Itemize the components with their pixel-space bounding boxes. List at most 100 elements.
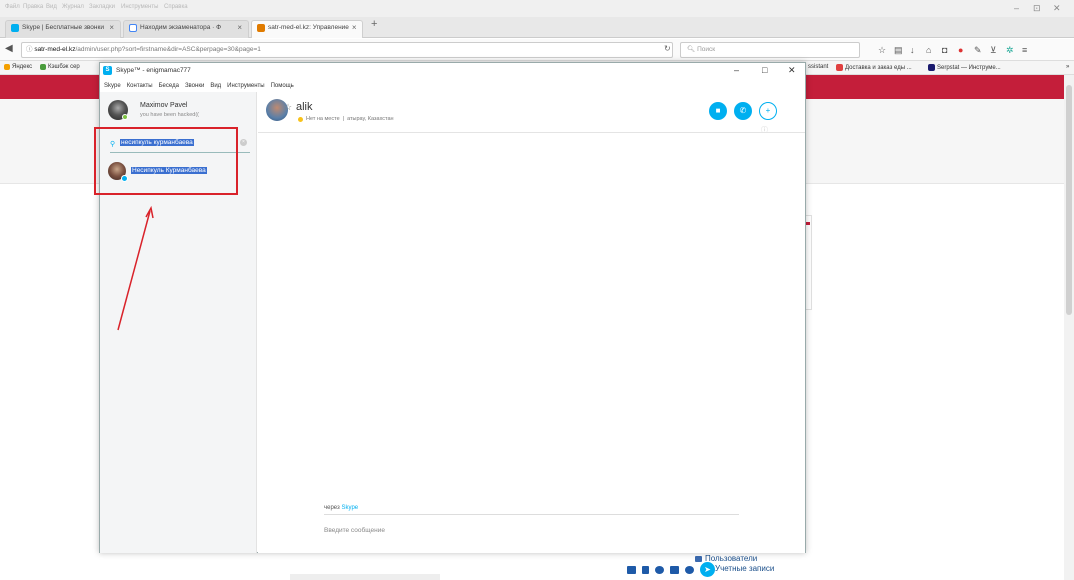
- back-icon[interactable]: ◀: [5, 43, 13, 54]
- info-icon[interactable]: ⓘ: [761, 125, 768, 135]
- cart-icon[interactable]: ⊻: [990, 46, 998, 55]
- contact-location: атырау, Казахстан: [347, 116, 394, 122]
- tab-close-icon[interactable]: ×: [352, 24, 357, 32]
- bookmark-cashback[interactable]: Кэшбэк сер: [40, 64, 80, 70]
- skype-menu-calls[interactable]: Звонки: [185, 83, 204, 89]
- page-side-marker: [806, 222, 810, 225]
- bookmark-label: Serpstat — Инструме...: [937, 64, 1001, 71]
- pocket-icon[interactable]: ◘: [942, 46, 950, 55]
- home-icon[interactable]: ⌂: [926, 46, 934, 55]
- video-message-icon[interactable]: [655, 565, 664, 574]
- google-favicon-icon: [129, 24, 137, 32]
- cashback-icon: [40, 64, 46, 70]
- skype-menu-contacts[interactable]: Контакты: [127, 83, 153, 89]
- new-tab-button[interactable]: +: [371, 18, 377, 30]
- nav-label: Учетные записи: [715, 564, 775, 573]
- chat-contact-name[interactable]: alik: [296, 101, 313, 113]
- online-status-icon: [122, 114, 128, 120]
- yandex-icon: [4, 64, 10, 70]
- skype-menu-conversation[interactable]: Беседа: [159, 83, 179, 89]
- skype-menu-skype[interactable]: Skype: [104, 83, 121, 89]
- send-file-icon[interactable]: [642, 565, 649, 574]
- menu-edit[interactable]: Правка: [23, 4, 43, 10]
- compose-toolbar: ➤: [627, 562, 715, 577]
- bookmark-assistant[interactable]: ssistant: [808, 64, 828, 70]
- browser-menu-bar: Файл Правка Вид Журнал Закладки Инструме…: [0, 0, 1074, 17]
- folder-icon: [695, 555, 702, 562]
- search-input[interactable]: 🔍︎ Поиск: [680, 42, 860, 58]
- send-button[interactable]: ➤: [700, 562, 715, 577]
- minimize-button[interactable]: –: [1014, 3, 1019, 13]
- voice-call-button[interactable]: ✆: [734, 102, 752, 120]
- status-separator: |: [342, 116, 345, 122]
- favorite-star-icon[interactable]: ☆: [284, 102, 292, 113]
- menu-file[interactable]: Файл: [5, 4, 20, 10]
- skype-menu-help[interactable]: Помощь: [271, 83, 294, 89]
- info-icon[interactable]: ⓘ: [26, 46, 33, 53]
- via-skype-label: через Skype: [324, 505, 358, 511]
- maximize-button[interactable]: ⊡: [1033, 3, 1041, 14]
- compose-divider: [324, 514, 739, 515]
- tab-close-icon[interactable]: ×: [109, 24, 114, 32]
- menu-history[interactable]: Журнал: [62, 4, 84, 10]
- pencil-icon[interactable]: ✎: [974, 46, 982, 55]
- skype-window-title: Skype™ - enigmamac777: [116, 67, 191, 74]
- tab-title: satr-med-el.kz: Управление: [268, 24, 349, 31]
- video-call-button[interactable]: ■: [709, 102, 727, 120]
- away-status-icon: [298, 116, 303, 122]
- moodle-favicon-icon: [257, 24, 265, 32]
- bookmark-serpstat[interactable]: Serpstat — Инструме...: [928, 64, 1001, 71]
- send-contact-icon[interactable]: [670, 565, 679, 574]
- message-input[interactable]: Введите сообщение: [324, 527, 385, 534]
- tab-title: Находим экзаменатора · Ф: [140, 24, 222, 31]
- add-person-icon: +: [765, 106, 771, 115]
- hamburger-menu-icon[interactable]: ≡: [1022, 46, 1030, 55]
- send-arrow-icon: ➤: [704, 565, 711, 574]
- bookmark-yandex[interactable]: Яндекс: [4, 64, 32, 70]
- skype-close-button[interactable]: ✕: [788, 65, 796, 76]
- skype-menu-tools[interactable]: Инструменты: [227, 83, 264, 89]
- emoticon-icon[interactable]: [685, 565, 694, 574]
- navigation-bar: ◀ ⓘ satr-med-el.kz/admin/user.php?sort=f…: [0, 39, 1074, 61]
- menu-help[interactable]: Справка: [164, 4, 188, 10]
- annotation-arrow-icon: [117, 205, 154, 331]
- send-image-icon[interactable]: [627, 565, 636, 574]
- tab-close-icon[interactable]: ×: [237, 24, 242, 32]
- reload-icon[interactable]: ↻: [664, 44, 671, 53]
- skype-favicon-icon: [11, 24, 19, 32]
- page-scroll-thumb[interactable]: [1066, 85, 1072, 315]
- library-icon[interactable]: ▤: [894, 46, 903, 55]
- delivery-icon: [836, 64, 843, 71]
- download-icon[interactable]: ↓: [910, 46, 918, 55]
- bookmarks-overflow[interactable]: »: [1066, 64, 1069, 70]
- bookmark-star-icon[interactable]: ☆: [878, 46, 886, 55]
- tab-search[interactable]: Находим экзаменатора · Ф ×: [123, 20, 249, 38]
- search-icon: 🔍︎: [687, 46, 696, 53]
- bookmark-delivery[interactable]: Доставка и заказ еды ...: [836, 64, 912, 71]
- add-people-button[interactable]: +: [759, 102, 777, 120]
- chat-pane: ☆ alik Нет на месте | атырау, Казахстан …: [258, 92, 805, 577]
- tab-skype[interactable]: Skype | Бесплатные звонки ×: [5, 20, 121, 38]
- phone-icon: ✆: [739, 106, 747, 115]
- url-path: /admin/user.php?sort=firstname&dir=ASC&p…: [75, 46, 261, 53]
- profile-mood[interactable]: you have been hacked((: [140, 112, 199, 118]
- menu-tools[interactable]: Инструменты: [121, 4, 158, 10]
- annotation-highlight-box: [94, 127, 238, 195]
- menu-bookmarks[interactable]: Закладки: [89, 4, 115, 10]
- skype-maximize-button[interactable]: □: [762, 65, 767, 75]
- url-host: satr-med-el.kz: [34, 46, 76, 53]
- skype-logo-icon: S: [103, 66, 112, 75]
- skype-minimize-button[interactable]: –: [734, 65, 739, 75]
- bookmark-label: Доставка и заказ еды ...: [845, 64, 912, 71]
- bookmark-label: Кэшбэк сер: [48, 64, 80, 70]
- close-button[interactable]: ✕: [1053, 3, 1061, 14]
- adblock-icon[interactable]: ●: [958, 46, 966, 55]
- skype-menu-view[interactable]: Вид: [210, 83, 221, 89]
- menu-view[interactable]: Вид: [46, 4, 57, 10]
- via-skype-link[interactable]: Skype: [341, 505, 358, 511]
- clear-search-icon[interactable]: ×: [240, 139, 247, 146]
- tab-satr-admin[interactable]: satr-med-el.kz: Управление ×: [251, 20, 363, 38]
- profile-name[interactable]: Maximov Pavel: [140, 102, 187, 109]
- extension-icon[interactable]: ✲: [1006, 46, 1014, 55]
- url-bar[interactable]: ⓘ satr-med-el.kz/admin/user.php?sort=fir…: [21, 42, 673, 58]
